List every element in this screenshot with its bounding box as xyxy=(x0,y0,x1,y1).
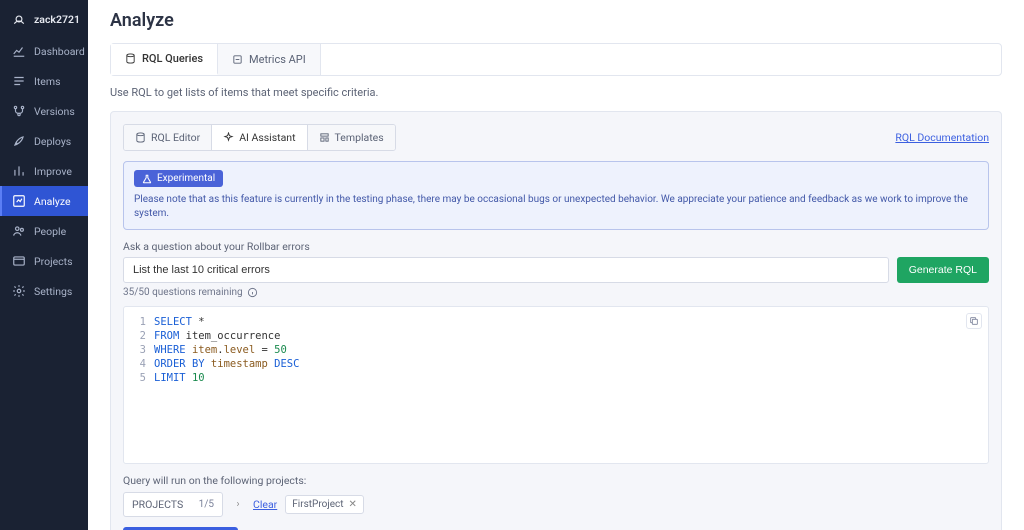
chip-label: FirstProject xyxy=(292,499,343,510)
projects-count: 1/5 xyxy=(199,499,214,510)
rocket-icon xyxy=(12,134,26,148)
tab-label: RQL Queries xyxy=(142,52,203,65)
sidebar-item-label: Versions xyxy=(34,105,75,118)
sidebar-item-label: Items xyxy=(34,75,61,88)
selector-label: PROJECTS xyxy=(132,498,183,511)
mode-label: RQL Editor xyxy=(151,131,200,144)
brand-icon xyxy=(12,12,26,26)
api-icon xyxy=(232,54,243,65)
gear-icon xyxy=(12,284,26,298)
analyze-icon xyxy=(12,194,26,208)
sidebar-item-label: Analyze xyxy=(34,195,71,208)
projects-icon xyxy=(12,254,26,268)
sidebar-item-deploys[interactable]: Deploys xyxy=(0,126,88,156)
line-gutter: 12345 xyxy=(124,315,154,385)
mode-rql-editor[interactable]: RQL Editor xyxy=(124,125,212,150)
sidebar-item-analyze[interactable]: Analyze xyxy=(0,186,88,216)
chart-line-icon xyxy=(12,44,26,58)
template-icon xyxy=(319,132,330,143)
editor-panel: RQL Editor AI Assistant Templates RQL Do… xyxy=(110,111,1002,530)
db-icon xyxy=(125,53,136,64)
mode-templates[interactable]: Templates xyxy=(308,125,395,150)
branch-icon xyxy=(12,104,26,118)
quota-text: 35/50 questions remaining xyxy=(123,287,243,298)
sidebar-item-dashboard[interactable]: Dashboard xyxy=(0,36,88,66)
sidebar-item-versions[interactable]: Versions xyxy=(0,96,88,126)
code-lines: SELECT * FROM item_occurrence WHERE item… xyxy=(154,315,299,385)
sidebar-item-label: Projects xyxy=(34,255,73,268)
people-icon xyxy=(12,224,26,238)
generate-rql-button[interactable]: Generate RQL xyxy=(897,257,989,283)
sidebar-item-settings[interactable]: Settings xyxy=(0,276,88,306)
page-title: Analyze xyxy=(110,10,1002,31)
mode-label: Templates xyxy=(335,131,384,144)
experimental-badge: Experimental xyxy=(134,170,223,187)
tab-label: Metrics API xyxy=(249,53,306,66)
sidebar-item-items[interactable]: Items xyxy=(0,66,88,96)
page-description: Use RQL to get lists of items that meet … xyxy=(110,86,1002,99)
mode-ai-assistant[interactable]: AI Assistant xyxy=(212,125,307,150)
experimental-banner: Experimental Please note that as this fe… xyxy=(123,161,989,230)
ask-label: Ask a question about your Rollbar errors xyxy=(123,240,989,253)
sparkle-icon xyxy=(223,132,234,143)
top-tabs: RQL Queries Metrics API xyxy=(110,43,1002,76)
tab-metrics-api[interactable]: Metrics API xyxy=(218,44,321,75)
experimental-text: Please note that as this feature is curr… xyxy=(134,193,978,221)
badge-label: Experimental xyxy=(157,173,215,184)
question-input[interactable] xyxy=(123,257,889,283)
sidebar-item-people[interactable]: People xyxy=(0,216,88,246)
flask-icon xyxy=(142,174,152,184)
sidebar-item-label: Dashboard xyxy=(34,45,85,58)
copy-icon[interactable] xyxy=(966,313,982,329)
code-editor[interactable]: 12345 SELECT * FROM item_occurrence WHER… xyxy=(123,306,989,464)
project-chip: FirstProject ✕ xyxy=(285,495,364,514)
tab-rql-queries[interactable]: RQL Queries xyxy=(111,44,218,75)
db-icon xyxy=(135,132,146,143)
rql-documentation-link[interactable]: RQL Documentation xyxy=(895,131,989,144)
bar-chart-icon xyxy=(12,164,26,178)
mode-tabs: RQL Editor AI Assistant Templates xyxy=(123,124,396,151)
mode-label: AI Assistant xyxy=(239,131,295,144)
sidebar-item-improve[interactable]: Improve xyxy=(0,156,88,186)
clear-link[interactable]: Clear xyxy=(253,498,277,511)
info-icon[interactable] xyxy=(247,287,258,298)
quota-remaining: 35/50 questions remaining xyxy=(123,287,989,298)
sidebar-item-label: Improve xyxy=(34,165,72,178)
list-icon xyxy=(12,74,26,88)
projects-note: Query will run on the following projects… xyxy=(123,474,989,487)
brand-label: zack2721 xyxy=(34,13,80,26)
sidebar-item-label: Deploys xyxy=(34,135,71,148)
sidebar: zack2721 Dashboard Items Versions Deploy… xyxy=(0,0,88,530)
close-icon[interactable]: ✕ xyxy=(349,499,357,510)
main-content: Analyze RQL Queries Metrics API Use RQL … xyxy=(88,0,1024,530)
projects-selector[interactable]: PROJECTS 1/5 xyxy=(123,492,223,517)
sidebar-item-label: People xyxy=(34,225,66,238)
sidebar-item-label: Settings xyxy=(34,285,72,298)
brand-item[interactable]: zack2721 xyxy=(0,4,88,36)
sidebar-item-projects[interactable]: Projects xyxy=(0,246,88,276)
chevron-right-icon[interactable]: › xyxy=(231,499,245,510)
